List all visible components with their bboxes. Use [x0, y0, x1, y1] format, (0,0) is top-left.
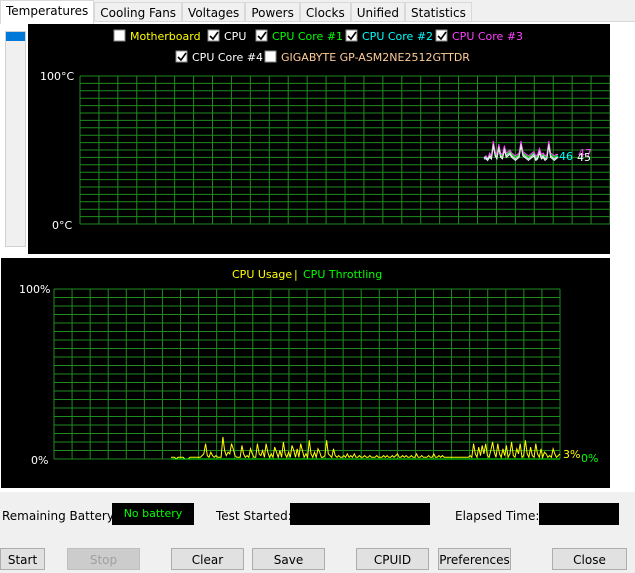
tab-temperatures[interactable]: Temperatures [0, 0, 95, 24]
legend-label: CPU Core #2 [362, 30, 433, 43]
legend-label: CPU [224, 30, 246, 43]
legend-label: CPU Core #3 [452, 30, 523, 43]
elapsed-time-value [539, 503, 619, 525]
legend-label: GIGABYTE GP-ASM2NE2512GTTDR [281, 51, 470, 64]
cpu-axis-max: 100% [19, 283, 50, 296]
preferences-button[interactable]: Preferences [438, 548, 511, 570]
status-bar: Remaining Battery: No battery Test Start… [0, 500, 635, 530]
cpu-usage-end-label: 3% [563, 448, 580, 461]
temp-axis-min: 0°C [52, 219, 72, 232]
save-button[interactable]: Save [252, 548, 325, 570]
legend-label: CPU Core #4 [192, 51, 263, 64]
legend-cpu-throttling: CPU Throttling [303, 268, 382, 281]
legend-separator: | [294, 268, 298, 281]
stop-button[interactable]: Stop [67, 548, 140, 570]
temp-end-label: 46 [559, 150, 573, 163]
sensor-list-selection [6, 32, 25, 41]
temp-end-label: 45 [577, 151, 591, 164]
test-started-value [290, 503, 430, 525]
legend-checkbox [264, 50, 277, 63]
cpu-usage-series [171, 436, 561, 460]
clear-button[interactable]: Clear [171, 548, 244, 570]
remaining-battery-value: No battery [112, 503, 194, 525]
cpu-usage-chart: CPU Usage | CPU Throttling 100% 0% 3% 0% [1, 258, 610, 488]
test-started-label: Test Started: [216, 509, 292, 523]
start-button[interactable]: Start [0, 548, 45, 570]
temp-axis-max: 100°C [40, 70, 74, 83]
cpuid-button[interactable]: CPUID [356, 548, 429, 570]
legend-label: CPU Core #1 [272, 30, 343, 43]
temperature-chart-svg: Motherboard CPU CPU Core #1 CPU Core #2 CPU … [40, 29, 610, 232]
sensor-list-scrollbar[interactable] [5, 31, 26, 247]
cpu-axis-min: 0% [31, 454, 48, 467]
cpu-usage-chart-svg: CPU Usage | CPU Throttling100%0% 3% 0% [19, 268, 598, 467]
elapsed-time-label: Elapsed Time: [455, 509, 540, 523]
temperature-chart: Motherboard CPU CPU Core #1 CPU Core #2 CPU … [28, 24, 610, 254]
legend-checkbox [113, 29, 126, 42]
cpu-throttling-end-label: 0% [581, 452, 598, 465]
legend-cpu-usage: CPU Usage [232, 268, 292, 281]
legend-label: Motherboard [130, 30, 201, 43]
close-button[interactable]: Close [552, 548, 627, 570]
tab-bar: Temperatures Cooling Fans Voltages Powers Cl… [0, 0, 472, 24]
remaining-battery-label: Remaining Battery: [2, 509, 118, 523]
